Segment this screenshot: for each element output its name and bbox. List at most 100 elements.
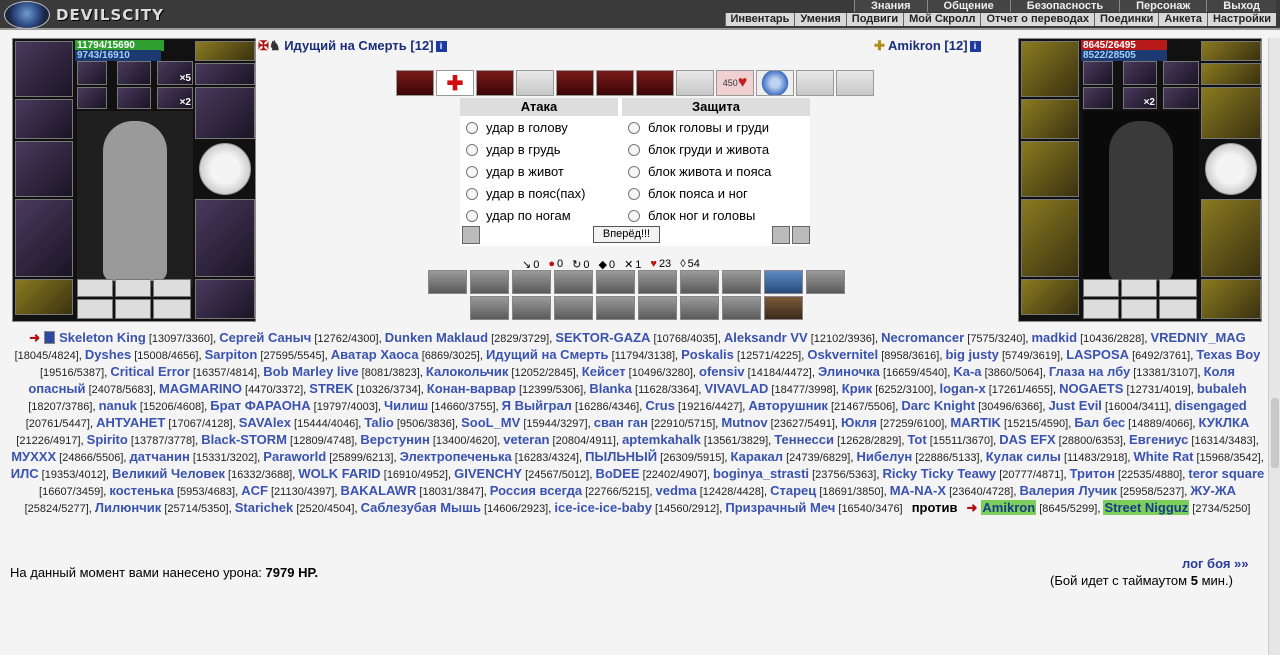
- fighter-name[interactable]: veteran: [503, 432, 549, 447]
- fighter-name[interactable]: МУХХХ: [11, 449, 56, 464]
- fighter-name[interactable]: Крик: [842, 381, 872, 396]
- fighter-name[interactable]: bubaleh: [1197, 381, 1247, 396]
- rune-slot-3[interactable]: ×5: [157, 61, 193, 85]
- fighter-name[interactable]: DAS EFX: [999, 432, 1055, 447]
- gloves-slot[interactable]: [1021, 279, 1079, 315]
- boots-slot[interactable]: [195, 279, 255, 319]
- lock-icon[interactable]: [772, 226, 790, 244]
- fighter-name[interactable]: Paraworld: [263, 449, 326, 464]
- fighter-name[interactable]: BAKALAWR: [341, 483, 417, 498]
- menu-settings[interactable]: Настройки: [1206, 13, 1276, 26]
- fighter-name[interactable]: Starichek: [235, 500, 294, 515]
- block-head-chest-option[interactable]: блок головы и груди: [628, 117, 769, 139]
- fighter-name[interactable]: GIVENCHY: [454, 466, 522, 481]
- fighter-name[interactable]: Валерия Лучик: [1019, 483, 1116, 498]
- empty-item-slot-2[interactable]: [1121, 299, 1157, 319]
- rune-slot-4[interactable]: [77, 87, 107, 109]
- menu-profile[interactable]: Анкета: [1158, 13, 1207, 26]
- fighter-name[interactable]: Призрачный Меч: [725, 500, 835, 515]
- fighter-name[interactable]: Street Nigguz: [1103, 500, 1190, 515]
- fighter-name[interactable]: Blanka: [589, 381, 632, 396]
- rune-slot-4[interactable]: [1083, 87, 1113, 109]
- fighter-name[interactable]: Конан-варвар: [427, 381, 516, 396]
- fighter-name[interactable]: logan-x: [939, 381, 985, 396]
- rune-slot-3[interactable]: [1163, 61, 1199, 85]
- belt-slot[interactable]: [1201, 87, 1261, 139]
- rune-slot-1[interactable]: [1083, 61, 1113, 85]
- fighter-name[interactable]: Каракал: [731, 449, 784, 464]
- spell-slot[interactable]: [722, 270, 761, 294]
- scrollbar-thumb[interactable]: [1271, 398, 1279, 468]
- fighter-name[interactable]: ПЫЛЬНЫЙ: [585, 449, 657, 464]
- forward-button[interactable]: Вперёд!!!: [593, 226, 660, 243]
- fighter-name[interactable]: Oskvernitel: [807, 347, 878, 362]
- spell-slot[interactable]: [428, 270, 467, 294]
- menu-achievements[interactable]: Подвиги: [845, 13, 903, 26]
- block-chest-belly-option[interactable]: блок груди и живота: [628, 139, 769, 161]
- fighter-name[interactable]: Just Evil: [1048, 398, 1101, 413]
- fighter-name[interactable]: Talio: [364, 415, 393, 430]
- menu-skills[interactable]: Умения: [794, 13, 845, 26]
- empty-item-slot-3[interactable]: [153, 299, 191, 319]
- radio-button[interactable]: [628, 166, 640, 178]
- fighter-name[interactable]: Саблезубая Мышь: [361, 500, 481, 515]
- fighter-name[interactable]: Бал бес: [1074, 415, 1125, 430]
- spell-slot[interactable]: [554, 296, 593, 320]
- radio-button[interactable]: [466, 122, 478, 134]
- fighter-name[interactable]: Spirito: [87, 432, 128, 447]
- weapon-slot[interactable]: [15, 141, 73, 197]
- rune-slot-2[interactable]: [1123, 61, 1157, 85]
- rune-slot-2[interactable]: [117, 61, 151, 85]
- spell-slot[interactable]: [722, 296, 761, 320]
- fighter-name[interactable]: Я Выйграл: [502, 398, 572, 413]
- rune-slot-1[interactable]: [77, 61, 107, 85]
- fighter-name[interactable]: Россия всегда: [490, 483, 582, 498]
- empty-ring-slot-3[interactable]: [153, 279, 191, 297]
- fighter-name[interactable]: boginya_strasti: [713, 466, 809, 481]
- fighter-name[interactable]: ofensiv: [699, 364, 745, 379]
- pants-slot[interactable]: [1201, 199, 1261, 277]
- empty-item-slot-2[interactable]: [115, 299, 151, 319]
- attack-chest-option[interactable]: удар в грудь: [466, 139, 561, 161]
- fighter-name[interactable]: датчанин: [130, 449, 190, 464]
- attack-groin-option[interactable]: удар в пояс(пах): [466, 183, 585, 205]
- fighter-name[interactable]: Ka-a: [953, 364, 981, 379]
- empty-ring-slot-3[interactable]: [1159, 279, 1197, 297]
- fighter-name[interactable]: Электропеченька: [400, 449, 512, 464]
- fighter-name[interactable]: White Rat: [1133, 449, 1193, 464]
- fighter-name[interactable]: teror square: [1188, 466, 1264, 481]
- fighter-name[interactable]: Sarpiton: [205, 347, 258, 362]
- spell-slot[interactable]: [680, 296, 719, 320]
- fighter-name[interactable]: Mutnov: [721, 415, 767, 430]
- heal-icon[interactable]: ✚: [436, 70, 474, 96]
- spell-slot[interactable]: [596, 296, 635, 320]
- radio-button[interactable]: [466, 188, 478, 200]
- fighter-name[interactable]: Великий Человек: [112, 466, 225, 481]
- fighter-name[interactable]: Евгениус: [1129, 432, 1188, 447]
- radio-button[interactable]: [628, 122, 640, 134]
- fighter-name[interactable]: Poskalis: [681, 347, 734, 362]
- fighter-name[interactable]: ИЛС: [11, 466, 39, 481]
- bracer-slot[interactable]: [15, 99, 73, 139]
- empty-action-slot[interactable]: [796, 70, 834, 96]
- block-legs-head-option[interactable]: блок ног и головы: [628, 205, 755, 227]
- fighter-name[interactable]: Авторушник: [748, 398, 828, 413]
- fighter-name[interactable]: Аватар Хаоса: [331, 347, 419, 362]
- fighter-name[interactable]: Critical Error: [110, 364, 189, 379]
- fighter-name[interactable]: Юкля: [841, 415, 877, 430]
- refresh-icon[interactable]: [792, 226, 810, 244]
- fighter-name[interactable]: Skeleton King: [59, 330, 146, 345]
- empty-item-slot-3[interactable]: [1159, 299, 1197, 319]
- armor-slot[interactable]: [15, 199, 73, 277]
- fighter-name[interactable]: Dyshes: [85, 347, 131, 362]
- radio-button[interactable]: [466, 166, 478, 178]
- empty-action-slot[interactable]: [516, 70, 554, 96]
- earrings-slot[interactable]: [195, 41, 255, 61]
- menu-transfer-report[interactable]: Отчет о переводах: [980, 13, 1094, 26]
- shield-slot[interactable]: [199, 143, 251, 195]
- spell-slot[interactable]: [512, 296, 551, 320]
- fighter-name[interactable]: madkid: [1032, 330, 1078, 345]
- spell-slot[interactable]: [764, 296, 803, 320]
- weapon-slot[interactable]: [1021, 141, 1079, 197]
- spell-slot[interactable]: [638, 270, 677, 294]
